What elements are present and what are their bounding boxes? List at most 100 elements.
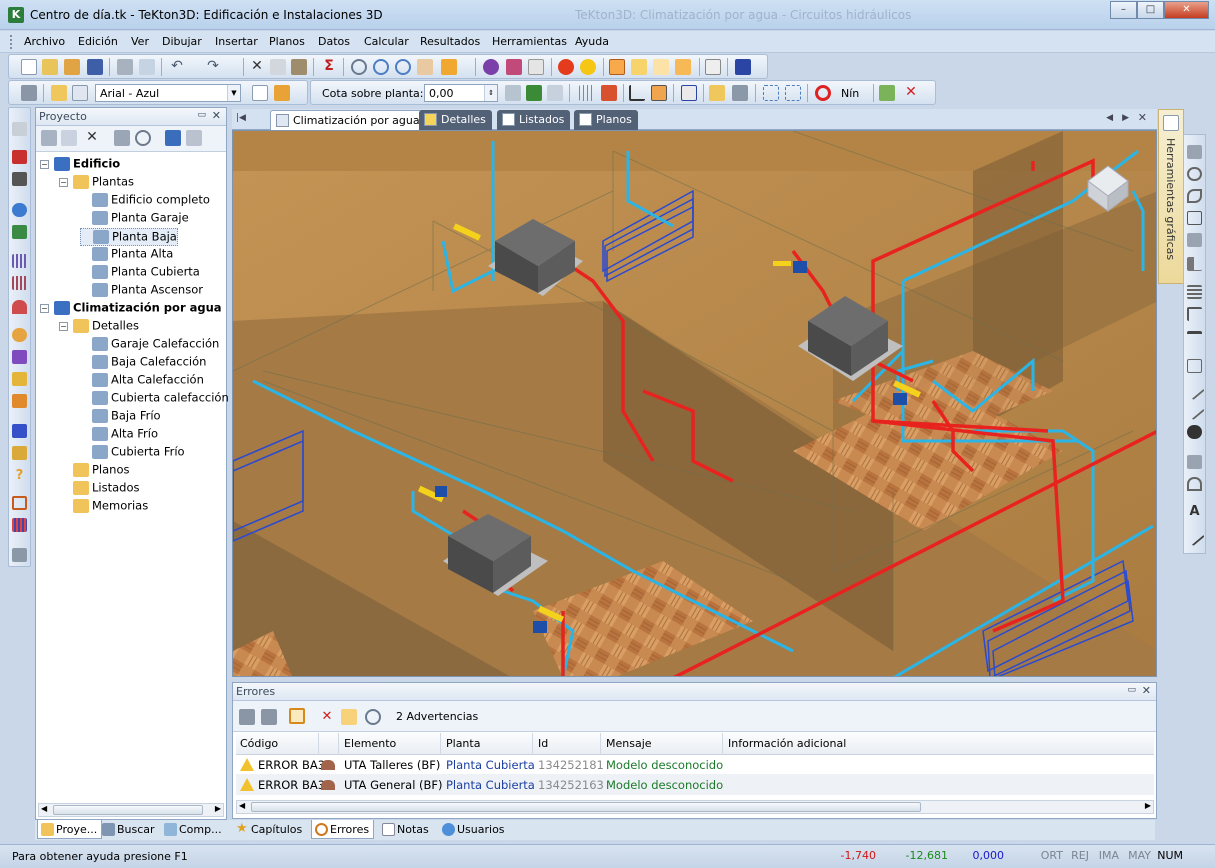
menu-ayuda[interactable]: Ayuda	[575, 35, 609, 48]
ortho-icon[interactable]	[629, 85, 645, 101]
status-ort[interactable]: ORT	[1040, 849, 1066, 865]
spiral-icon[interactable]	[12, 496, 27, 510]
tab-errores[interactable]: Errores	[311, 820, 375, 839]
join-icon[interactable]	[1187, 455, 1202, 469]
axis-icon[interactable]	[651, 85, 667, 101]
menu-dibujar[interactable]: Dibujar	[162, 35, 202, 48]
zoom-to-error-icon[interactable]	[365, 709, 381, 725]
import-icon[interactable]	[114, 130, 130, 146]
select-element-icon[interactable]	[289, 708, 305, 724]
select-cross-icon[interactable]	[785, 85, 801, 101]
column-planta[interactable]: Planta	[446, 737, 480, 750]
column-elemento[interactable]: Elemento	[344, 737, 396, 750]
3d-model-render[interactable]	[233, 131, 1157, 677]
tab-buscar[interactable]: Buscar	[99, 820, 159, 839]
pipe-icon[interactable]	[12, 350, 27, 364]
pin-item-icon[interactable]	[165, 130, 181, 146]
expander-icon[interactable]: −	[59, 322, 68, 331]
move-icon[interactable]	[1187, 145, 1202, 159]
horizontal-scrollbar[interactable]: ◀ ▶	[38, 803, 224, 817]
connector-icon[interactable]	[12, 394, 27, 408]
pan-hand-icon[interactable]	[417, 59, 433, 75]
tree-item[interactable]: Planta Baja	[80, 228, 178, 246]
text-style-select[interactable]: Arial - Azul ▼	[95, 84, 241, 102]
calculator-icon[interactable]	[505, 85, 521, 101]
view-front-icon[interactable]	[631, 59, 647, 75]
menu-ver[interactable]: Ver	[131, 35, 149, 48]
table-row[interactable]: ERROR BA3 UTA General (BF) Planta Cubier…	[236, 775, 1154, 795]
table-row[interactable]: ERROR BA3 UTA Talleres (BF) Planta Cubie…	[236, 755, 1154, 775]
close-icon[interactable]: ✕	[1142, 684, 1151, 697]
polyline-icon[interactable]	[1184, 399, 1205, 421]
unit-icon[interactable]	[12, 203, 27, 217]
trim-icon[interactable]	[1187, 331, 1202, 345]
new-style-icon[interactable]	[252, 85, 268, 101]
tree-item[interactable]: Baja Calefacción	[80, 354, 206, 372]
menu-herramientas[interactable]: Herramientas	[492, 35, 567, 48]
tree-item[interactable]: Edificio completo	[80, 192, 210, 210]
undo-icon[interactable]: ↶	[169, 59, 185, 75]
zoom-out-icon[interactable]	[395, 59, 411, 75]
sum-icon[interactable]: Σ	[321, 59, 337, 75]
print-icon[interactable]	[117, 59, 133, 75]
wall-icon[interactable]	[12, 150, 27, 164]
tab-proyecto[interactable]: Proye...	[37, 820, 103, 839]
status-num[interactable]: NUM	[1156, 849, 1186, 865]
annotate-icon[interactable]	[709, 85, 725, 101]
close-button[interactable]: ✕	[1164, 1, 1209, 19]
lock-icon[interactable]	[526, 85, 542, 101]
menu-datos[interactable]: Datos	[318, 35, 350, 48]
grid-icon[interactable]	[579, 85, 595, 101]
status-rej[interactable]: REJ	[1068, 849, 1092, 865]
view-select-icon[interactable]	[441, 59, 457, 75]
hatch-icon[interactable]	[732, 85, 748, 101]
question-icon[interactable]: ?	[12, 468, 27, 483]
new-file-icon[interactable]	[21, 59, 37, 75]
delete-icon[interactable]: ✕	[84, 130, 100, 146]
tree-item[interactable]: Cubierta calefacción	[80, 390, 229, 408]
mirror-icon[interactable]	[1187, 257, 1202, 271]
offset-icon[interactable]	[1187, 307, 1202, 321]
export-icon[interactable]	[12, 548, 27, 562]
tab-capitulos[interactable]: ★ Capítulos	[233, 820, 306, 839]
menu-calcular[interactable]: Calcular	[364, 35, 409, 48]
fan-icon[interactable]	[12, 300, 27, 314]
remove-icon[interactable]: ✕	[903, 85, 919, 101]
radiator-icon[interactable]	[12, 254, 27, 268]
tab-componentes[interactable]: Comp...	[161, 820, 226, 839]
open-folder-icon[interactable]	[42, 59, 58, 75]
tree-item[interactable]: Alta Frío	[80, 426, 158, 444]
pin-icon[interactable]: ▭	[197, 110, 206, 120]
tree-item[interactable]: Listados	[61, 480, 139, 498]
copy-move-icon[interactable]	[1187, 233, 1202, 247]
properties-icon[interactable]	[21, 85, 37, 101]
view-floor-icon[interactable]	[609, 59, 625, 75]
brush-icon[interactable]	[291, 59, 307, 75]
expander-icon[interactable]: −	[40, 160, 49, 169]
status-may[interactable]: MAY	[1124, 849, 1154, 865]
tree-item[interactable]: Cubierta Frío	[80, 444, 185, 462]
tab-planos[interactable]: Planos	[574, 110, 638, 130]
style-edit-icon[interactable]	[51, 85, 67, 101]
table-icon[interactable]	[681, 85, 697, 101]
error-floor[interactable]: Planta Cubierta	[446, 758, 535, 772]
beam-icon[interactable]	[12, 122, 27, 136]
error-floor[interactable]: Planta Cubierta	[446, 778, 535, 792]
array-icon[interactable]	[1187, 285, 1202, 299]
properties-icon[interactable]	[41, 130, 57, 146]
bomb-icon[interactable]	[1187, 425, 1202, 439]
check-icon[interactable]	[879, 85, 895, 101]
snap-icon[interactable]	[601, 85, 617, 101]
tree-item[interactable]: − Climatización por agua	[40, 300, 222, 318]
render-icon[interactable]	[558, 59, 574, 75]
column-codigo[interactable]: Código	[240, 737, 278, 750]
tree-item[interactable]: − Detalles	[59, 318, 139, 336]
menu-archivo[interactable]: Archivo	[24, 35, 65, 48]
layers-icon[interactable]	[735, 59, 751, 75]
maximize-button[interactable]: □	[1137, 1, 1164, 19]
errors-horizontal-scrollbar[interactable]: ◀ ▶	[236, 800, 1154, 814]
expander-icon[interactable]: −	[59, 178, 68, 187]
scale-icon[interactable]	[1187, 211, 1202, 225]
rotate-3d-icon[interactable]	[1187, 189, 1202, 203]
tree-item[interactable]: − Plantas	[59, 174, 134, 192]
